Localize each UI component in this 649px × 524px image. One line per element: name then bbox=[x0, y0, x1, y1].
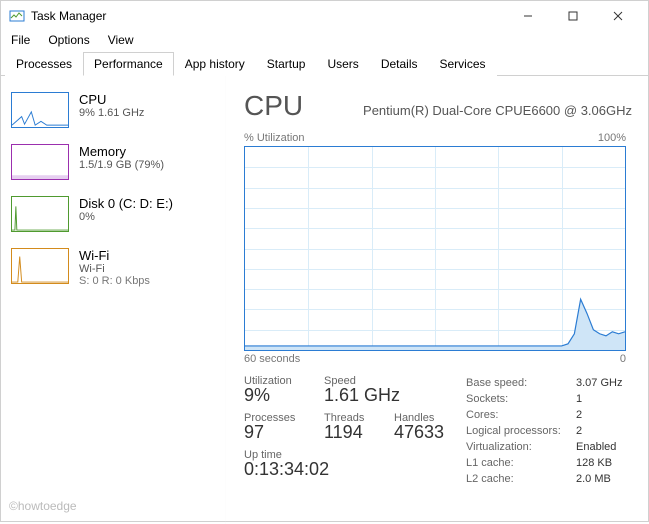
logical-processors-value: 2 bbox=[576, 423, 582, 439]
task-manager-icon bbox=[9, 8, 25, 24]
sidebar-label: Memory 1.5/1.9 GB (79%) bbox=[79, 144, 164, 180]
sidebar-memory-title: Memory bbox=[79, 144, 164, 159]
tab-app-history[interactable]: App history bbox=[174, 52, 256, 76]
sidebar-label: CPU 9% 1.61 GHz bbox=[79, 92, 144, 128]
wifi-thumb-icon bbox=[11, 248, 69, 284]
window-controls bbox=[505, 1, 640, 31]
speed-value: 1.61 GHz bbox=[324, 385, 414, 406]
sidebar-disk-title: Disk 0 (C: D: E:) bbox=[79, 196, 173, 211]
stats-right: Base speed:3.07 GHz Sockets:1 Cores:2 Lo… bbox=[466, 375, 622, 487]
menu-view[interactable]: View bbox=[108, 33, 134, 47]
l1-cache-label: L1 cache: bbox=[466, 455, 576, 471]
sidebar-wifi-title: Wi-Fi bbox=[79, 248, 150, 263]
sidebar-item-disk[interactable]: Disk 0 (C: D: E:) 0% bbox=[7, 190, 219, 242]
minimize-button[interactable] bbox=[505, 1, 550, 31]
page-title: CPU bbox=[244, 90, 303, 122]
threads-value: 1194 bbox=[324, 422, 394, 443]
sidebar-label: Wi-Fi Wi-Fi S: 0 R: 0 Kbps bbox=[79, 248, 150, 287]
cpu-plot-line bbox=[245, 147, 625, 350]
tab-performance[interactable]: Performance bbox=[83, 52, 174, 76]
sidebar-cpu-title: CPU bbox=[79, 92, 144, 107]
stats-left: Utilization 9% Speed 1.61 GHz Processes … bbox=[244, 375, 466, 487]
main-panel: CPU Pentium(R) Dual-Core CPUE6600 @ 3.06… bbox=[226, 76, 648, 524]
sidebar-memory-sub: 1.5/1.9 GB (79%) bbox=[79, 159, 164, 171]
sidebar-disk-sub: 0% bbox=[79, 211, 173, 223]
stats-area: Utilization 9% Speed 1.61 GHz Processes … bbox=[244, 375, 632, 487]
titlebar: Task Manager bbox=[1, 1, 648, 31]
l2-cache-value: 2.0 MB bbox=[576, 471, 611, 487]
sidebar-item-cpu[interactable]: CPU 9% 1.61 GHz bbox=[7, 86, 219, 138]
l2-cache-label: L2 cache: bbox=[466, 471, 576, 487]
sidebar-item-wifi[interactable]: Wi-Fi Wi-Fi S: 0 R: 0 Kbps bbox=[7, 242, 219, 297]
processes-value: 97 bbox=[244, 422, 324, 443]
sidebar: CPU 9% 1.61 GHz Memory 1.5/1.9 GB (79%) … bbox=[1, 76, 226, 524]
graph-x-right: 0 bbox=[620, 353, 626, 365]
tabstrip: Processes Performance App history Startu… bbox=[1, 51, 648, 76]
content-area: CPU 9% 1.61 GHz Memory 1.5/1.9 GB (79%) … bbox=[1, 76, 648, 524]
graph-x-left: 60 seconds bbox=[244, 353, 300, 365]
memory-thumb-icon bbox=[11, 144, 69, 180]
handles-value: 47633 bbox=[394, 422, 454, 443]
graph-bottom-labels: 60 seconds 0 bbox=[244, 353, 626, 365]
menu-options[interactable]: Options bbox=[48, 33, 89, 47]
cores-label: Cores: bbox=[466, 407, 576, 423]
graph-y-max: 100% bbox=[598, 132, 626, 144]
sidebar-label: Disk 0 (C: D: E:) 0% bbox=[79, 196, 173, 232]
sockets-label: Sockets: bbox=[466, 391, 576, 407]
graph-y-label: % Utilization bbox=[244, 132, 305, 144]
sockets-value: 1 bbox=[576, 391, 582, 407]
close-button[interactable] bbox=[595, 1, 640, 31]
logical-processors-label: Logical processors: bbox=[466, 423, 576, 439]
tab-startup[interactable]: Startup bbox=[256, 52, 317, 76]
utilization-value: 9% bbox=[244, 385, 324, 406]
virtualization-value: Enabled bbox=[576, 439, 616, 455]
tab-services[interactable]: Services bbox=[429, 52, 497, 76]
tab-details[interactable]: Details bbox=[370, 52, 429, 76]
cpu-graph[interactable] bbox=[244, 146, 626, 351]
l1-cache-value: 128 KB bbox=[576, 455, 612, 471]
sidebar-wifi-sub: Wi-Fi bbox=[79, 263, 150, 275]
menubar: File Options View bbox=[1, 31, 648, 51]
base-speed-label: Base speed: bbox=[466, 375, 576, 391]
main-heading-row: CPU Pentium(R) Dual-Core CPUE6600 @ 3.06… bbox=[244, 90, 632, 122]
base-speed-value: 3.07 GHz bbox=[576, 375, 622, 391]
menu-file[interactable]: File bbox=[11, 33, 30, 47]
sidebar-cpu-sub: 9% 1.61 GHz bbox=[79, 107, 144, 119]
sidebar-wifi-sub2: S: 0 R: 0 Kbps bbox=[79, 275, 150, 287]
window-title: Task Manager bbox=[31, 9, 505, 23]
uptime-value: 0:13:34:02 bbox=[244, 459, 466, 480]
disk-thumb-icon bbox=[11, 196, 69, 232]
tab-processes[interactable]: Processes bbox=[5, 52, 83, 76]
watermark: ©howtoedge bbox=[9, 499, 77, 513]
cpu-thumb-icon bbox=[11, 92, 69, 128]
maximize-button[interactable] bbox=[550, 1, 595, 31]
processor-name: Pentium(R) Dual-Core CPUE6600 @ 3.06GHz bbox=[327, 103, 632, 118]
sidebar-item-memory[interactable]: Memory 1.5/1.9 GB (79%) bbox=[7, 138, 219, 190]
tab-users[interactable]: Users bbox=[316, 52, 369, 76]
virtualization-label: Virtualization: bbox=[466, 439, 576, 455]
graph-top-labels: % Utilization 100% bbox=[244, 132, 626, 144]
cores-value: 2 bbox=[576, 407, 582, 423]
